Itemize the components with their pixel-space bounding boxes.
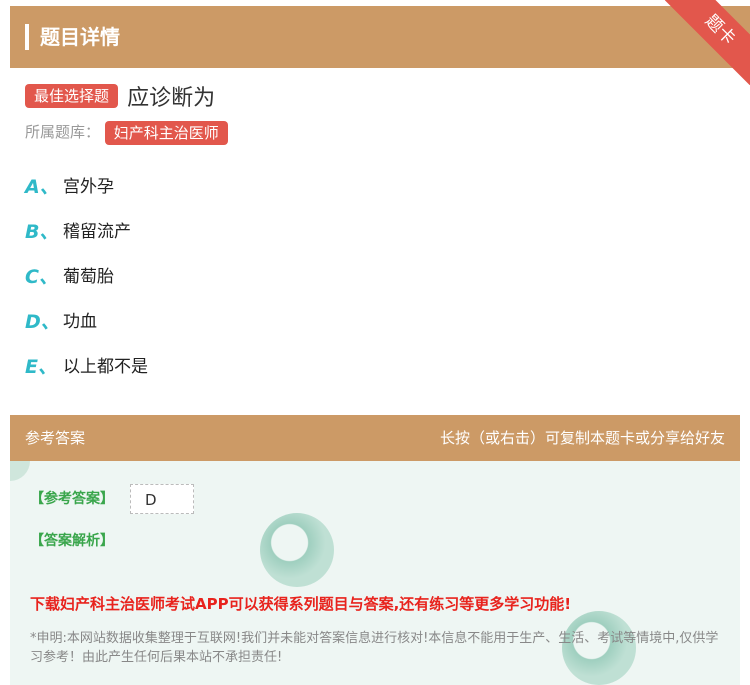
option-b[interactable]: B、 稽留流产 xyxy=(25,219,148,264)
option-text: 葡萄胎 xyxy=(63,267,114,287)
header-accent-bar xyxy=(25,24,29,50)
bank-tag[interactable]: 妇产科主治医师 xyxy=(104,120,228,145)
detail-header: 题目详情 xyxy=(10,6,750,68)
question-card-ribbon[interactable]: 题卡 xyxy=(662,0,750,90)
bank-label: 所属题库： xyxy=(25,123,101,141)
option-c[interactable]: C、 葡萄胎 xyxy=(25,264,148,309)
option-e[interactable]: E、 以上都不是 xyxy=(25,354,148,399)
option-letter: A、 xyxy=(25,176,59,198)
option-a[interactable]: A、 宫外孕 xyxy=(25,174,148,219)
option-text: 宫外孕 xyxy=(63,177,114,197)
option-letter: C、 xyxy=(25,266,58,288)
reference-answer-label: 【参考答案】 xyxy=(30,491,114,507)
share-hint: 长按（或右击）可复制本题卡或分享给好友 xyxy=(439,429,725,447)
reference-answer-value: D xyxy=(130,484,194,514)
answer-header: 参考答案 长按（或右击）可复制本题卡或分享给好友 xyxy=(10,415,740,461)
answer-body: 【参考答案】 D 【答案解析】 下载妇产科主治医师考试APP可以获得系列题目与答… xyxy=(10,461,740,685)
ribbon-label: 题卡 xyxy=(664,0,750,86)
watermark-logo-icon xyxy=(260,513,334,587)
option-letter: D、 xyxy=(25,311,60,333)
option-letter: B、 xyxy=(25,221,59,243)
option-d[interactable]: D、 功血 xyxy=(25,309,148,354)
watermark-logo-icon xyxy=(10,461,30,481)
page-title: 题目详情 xyxy=(40,25,120,49)
question-row: 最佳选择题 应诊断为 xyxy=(25,80,216,111)
question-type-tag: 最佳选择题 xyxy=(25,84,119,108)
answer-header-title: 参考答案 xyxy=(25,429,86,447)
app-download-promo[interactable]: 下载妇产科主治医师考试APP可以获得系列题目与答案,还有练习等更多学习功能! xyxy=(30,593,571,614)
question-stem: 应诊断为 xyxy=(127,86,216,111)
option-text: 功血 xyxy=(63,312,97,332)
analysis-label: 【答案解析】 xyxy=(30,533,114,549)
option-text: 以上都不是 xyxy=(63,357,148,377)
option-text: 稽留流产 xyxy=(63,222,131,242)
option-letter: E、 xyxy=(25,356,57,378)
question-bank: 所属题库： 妇产科主治医师 xyxy=(25,120,228,145)
disclaimer-text: *申明:本网站数据收集整理于互联网!我们并未能对答案信息进行核对!本信息不能用于… xyxy=(30,631,719,665)
options-list: A、 宫外孕 B、 稽留流产 C、 葡萄胎 D、 功血 E、 以上都不是 xyxy=(25,174,148,399)
